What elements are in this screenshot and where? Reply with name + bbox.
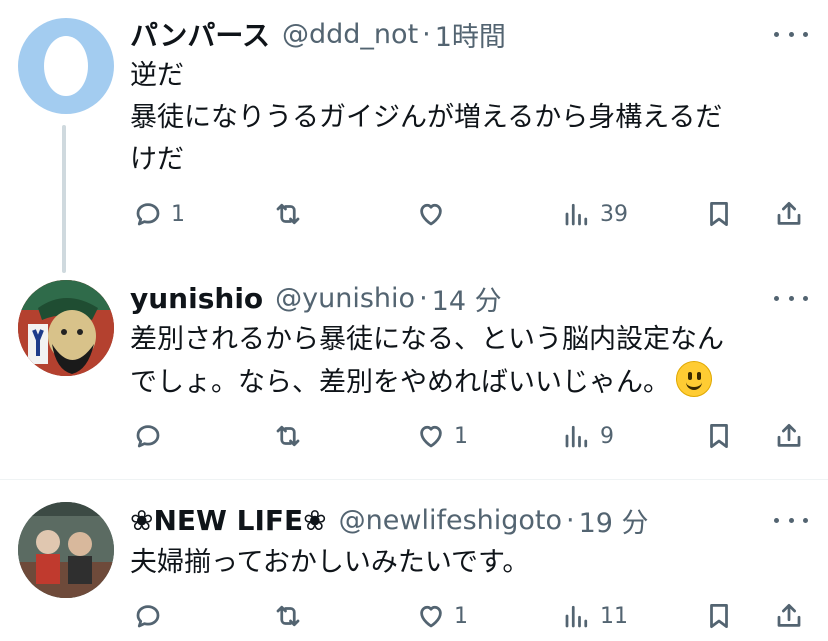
repost-button[interactable] [273,416,311,456]
more-icon[interactable] [774,24,808,44]
views-button[interactable]: 11 [562,596,628,636]
tweet-text-content: 差別されるから暴徒になる、という脳内設定なん でしょ。なら、差別をやめればいいじ… [130,324,724,398]
reply-icon [136,605,160,628]
bookmark-button[interactable] [704,416,734,456]
timestamp[interactable]: 19 分 [579,501,649,540]
more-icon[interactable] [774,288,808,308]
bookmark-icon [710,424,728,448]
illustration-avatar-icon [18,280,114,376]
bookmark-button[interactable] [704,596,734,636]
separator-dot: · [422,18,431,50]
share-icon [777,202,801,225]
like-count: 1 [454,603,468,629]
separator-dot: · [566,504,575,536]
repost-button[interactable] [273,596,311,636]
user-handle[interactable]: @yunishio [275,283,415,314]
tweet-2[interactable]: yunishio @yunishio · 14 分 差別されるから暴徒になる、と… [0,270,828,470]
display-name[interactable]: yunishio [130,282,263,315]
views-icon [565,425,588,448]
share-button[interactable] [774,416,804,456]
share-button[interactable] [774,194,804,234]
timestamp[interactable]: 1時間 [435,15,506,54]
views-button[interactable]: 9 [562,416,614,456]
repost-icon [276,605,300,627]
action-bar: 1 39 [0,194,828,234]
repost-icon [276,425,300,447]
views-count: 9 [600,423,614,449]
views-count: 11 [600,603,628,629]
reply-icon [136,203,160,226]
heart-icon [420,605,442,628]
action-bar: 1 11 [0,596,828,636]
reply-button[interactable] [133,596,171,636]
action-bar: 1 9 [0,416,828,456]
tweet-3[interactable]: ❀NEW LIFE❀ @newlifeshigoto · 19 分 夫婦揃ってお… [0,480,828,641]
like-button[interactable] [416,194,454,234]
slightly-smiling-face-icon [676,361,712,397]
views-button[interactable]: 39 [562,194,628,234]
views-icon [565,203,588,226]
repost-icon [276,203,300,225]
tweet-text: 夫婦揃っておかしいみたいです。 [130,547,530,578]
timestamp[interactable]: 14 分 [432,279,502,318]
views-count: 39 [600,201,628,227]
like-count: 1 [454,423,468,449]
egg-avatar-icon [44,36,88,96]
reply-icon [136,425,160,448]
share-icon [777,604,801,627]
share-button[interactable] [774,596,804,636]
separator-dot: · [419,282,428,314]
more-icon[interactable] [774,510,808,530]
heart-icon [420,425,442,448]
display-name[interactable]: パンパース [130,14,270,54]
views-icon [565,605,588,628]
bookmark-icon [710,202,728,226]
repost-button[interactable] [273,194,311,234]
photo-avatar-icon [18,502,114,598]
reply-count: 1 [171,201,185,227]
share-icon [777,424,801,447]
bookmark-icon [710,604,728,628]
reply-button[interactable]: 1 [133,194,185,234]
avatar[interactable] [18,280,114,376]
user-handle[interactable]: @newlifeshigoto [339,505,562,536]
avatar[interactable] [18,18,114,114]
avatar[interactable] [18,502,114,598]
like-button[interactable]: 1 [416,596,468,636]
like-button[interactable]: 1 [416,416,468,456]
tweet-1[interactable]: パンパース @ddd_not · 1時間 逆だ 暴徒になりうるガイジんが増えるか… [0,0,828,250]
tweet-text: 差別されるから暴徒になる、という脳内設定なん でしょ。なら、差別をやめればいいじ… [130,319,800,404]
user-handle[interactable]: @ddd_not [282,19,418,50]
bookmark-button[interactable] [704,194,734,234]
reply-button[interactable] [133,416,171,456]
heart-icon [420,203,442,226]
tweet-text: 逆だ 暴徒になりうるガイジんが増えるから身構えるだ けだ [130,60,723,175]
display-name[interactable]: ❀NEW LIFE❀ [130,504,327,537]
